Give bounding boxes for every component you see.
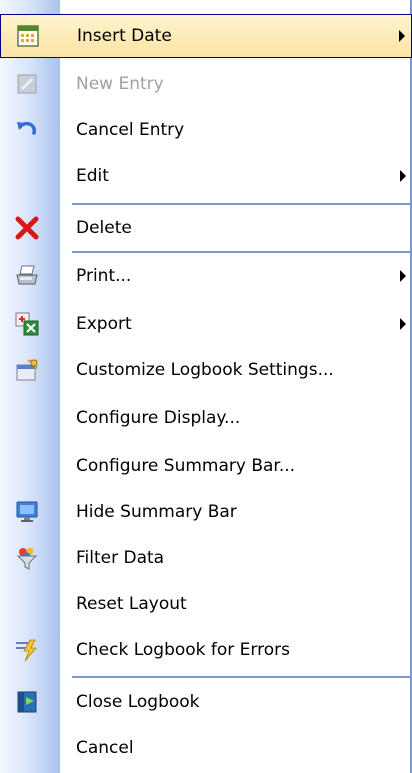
menu-item-new-entry[interactable]: New Entry: [0, 62, 412, 106]
filter-icon: [14, 545, 40, 571]
menu-separator: [72, 203, 410, 205]
submenu-arrow-icon: [400, 318, 406, 330]
context-menu: Insert Date New Entry Cancel Entry Edit: [0, 0, 412, 773]
menu-separator: [72, 676, 410, 678]
printer-icon: [14, 263, 40, 289]
menu-item-label: Reset Layout: [76, 594, 187, 614]
menu-item-label: Configure Display...: [76, 408, 241, 428]
menu-item-print[interactable]: Print...: [0, 254, 412, 298]
monitor-icon: [14, 499, 40, 525]
submenu-arrow-icon: [400, 170, 406, 182]
menu-item-label: Hide Summary Bar: [76, 502, 237, 522]
check-errors-icon: [14, 637, 40, 663]
menu-item-close-logbook[interactable]: Close Logbook: [0, 680, 412, 724]
calendar-icon: [15, 23, 41, 49]
menu-item-customize-logbook-settings[interactable]: Customize Logbook Settings...: [0, 348, 412, 392]
menu-item-label: Delete: [76, 218, 132, 238]
menu-item-check-logbook-for-errors[interactable]: Check Logbook for Errors: [0, 628, 412, 672]
menu-item-label: Cancel: [76, 738, 134, 758]
menu-item-label: Insert Date: [77, 26, 172, 46]
menu-item-configure-summary-bar[interactable]: Configure Summary Bar...: [0, 444, 412, 488]
menu-item-label: New Entry: [76, 74, 164, 94]
menu-item-label: Print...: [76, 266, 132, 286]
submenu-arrow-icon: [400, 270, 406, 282]
menu-item-label: Customize Logbook Settings...: [76, 360, 334, 380]
menu-item-label: Configure Summary Bar...: [76, 456, 296, 476]
menu-item-label: Export: [76, 314, 132, 334]
new-entry-icon: [14, 71, 40, 97]
submenu-arrow-icon: [399, 30, 405, 42]
menu-item-label: Cancel Entry: [76, 120, 185, 140]
menu-item-label: Edit: [76, 166, 109, 186]
menu-item-cancel-entry[interactable]: Cancel Entry: [0, 108, 412, 152]
menu-item-export[interactable]: Export: [0, 302, 412, 346]
menu-item-edit[interactable]: Edit: [0, 154, 412, 198]
export-icon: [14, 311, 40, 337]
close-logbook-icon: [14, 689, 40, 715]
menu-item-hide-summary-bar[interactable]: Hide Summary Bar: [0, 490, 412, 534]
menu-item-insert-date[interactable]: Insert Date: [0, 14, 412, 58]
menu-item-label: Close Logbook: [76, 692, 200, 712]
menu-item-label: Filter Data: [76, 548, 165, 568]
menu-item-delete[interactable]: Delete: [0, 206, 412, 250]
delete-x-icon: [14, 215, 40, 241]
menu-item-reset-layout[interactable]: Reset Layout: [0, 582, 412, 626]
menu-item-filter-data[interactable]: Filter Data: [0, 536, 412, 580]
menu-item-label: Check Logbook for Errors: [76, 640, 290, 660]
menu-item-cancel[interactable]: Cancel: [0, 726, 412, 770]
menu-separator: [72, 251, 410, 253]
menu-item-configure-display[interactable]: Configure Display...: [0, 396, 412, 440]
undo-icon: [14, 117, 40, 143]
settings-icon: [14, 357, 40, 383]
